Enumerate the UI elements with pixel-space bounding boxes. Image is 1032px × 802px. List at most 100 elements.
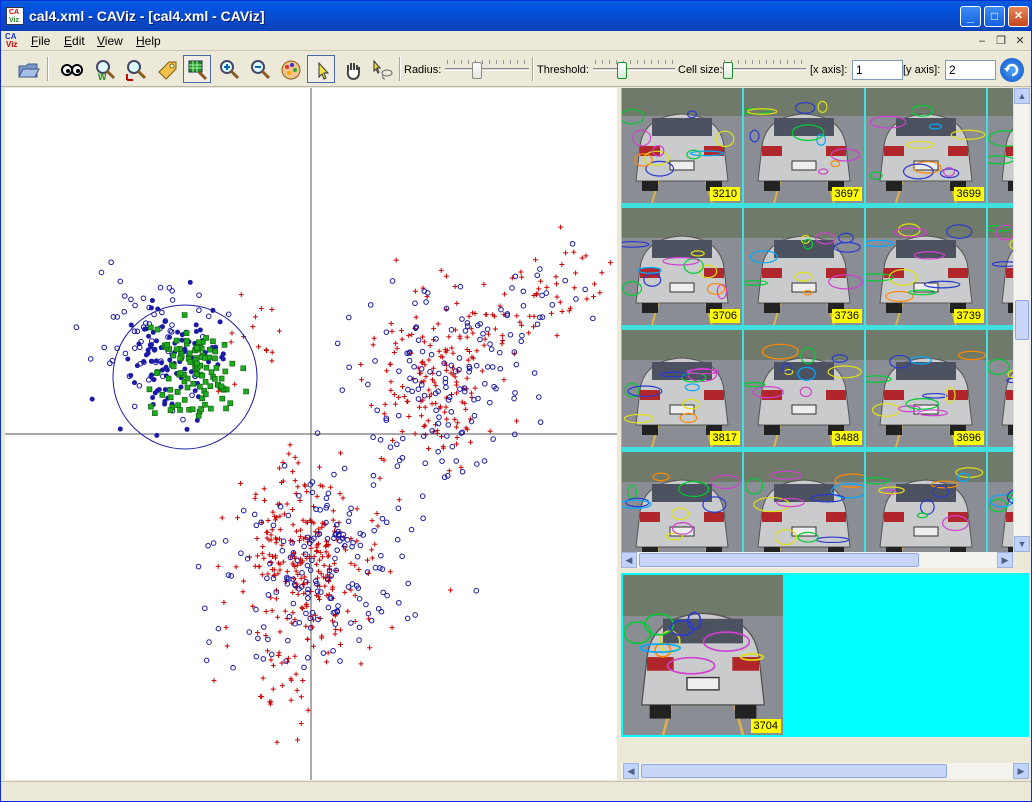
data-point-square — [196, 339, 202, 346]
thumbnail-partial[interactable] — [988, 208, 1013, 325]
data-point-circle — [512, 273, 519, 280]
scroll-up-arrow[interactable]: ▲ — [1014, 88, 1030, 104]
zoom-region-button[interactable] — [121, 55, 149, 83]
thumbnail-3793[interactable]: 3793 — [622, 452, 742, 552]
car-taillight-right — [948, 268, 968, 278]
data-point-cross — [481, 281, 487, 287]
thumbnail-partial[interactable] — [988, 452, 1013, 552]
thumbnail-grid[interactable]: 3210 3697 3699 3706 3736 3739 3817 3488 3696 3793… — [621, 88, 1013, 552]
scatter-plot[interactable] — [5, 88, 617, 780]
preview-thumbnail[interactable]: 3704 — [623, 575, 783, 735]
thumbnail-partial[interactable] — [988, 88, 1013, 203]
data-point-cross — [527, 313, 533, 319]
data-point-square — [173, 337, 180, 344]
background-trees — [622, 452, 742, 482]
scroll-right-arrow[interactable]: ▶ — [997, 552, 1013, 568]
xaxis-input[interactable] — [852, 60, 903, 80]
data-point-circle — [372, 358, 378, 364]
title-bar[interactable]: CA Viz cal4.xml - CAViz - [cal4.xml - CA… — [1, 1, 1031, 31]
scroll-down-arrow[interactable]: ▼ — [1014, 536, 1030, 552]
view-button[interactable] — [57, 55, 85, 83]
hand-button[interactable] — [338, 55, 366, 83]
thumbnail-3706[interactable]: 3706 — [622, 208, 742, 325]
preview-horizontal-scrollbar[interactable]: ◀ ▶ — [621, 763, 1029, 779]
tag-button[interactable] — [152, 55, 180, 83]
data-point-circle — [332, 555, 338, 562]
palette-button[interactable] — [276, 55, 304, 83]
data-point-circle — [384, 592, 390, 599]
data-point-circle — [507, 332, 514, 338]
refresh-button[interactable] — [1000, 58, 1024, 82]
menu-edit[interactable]: Edit — [64, 34, 85, 48]
data-point-circle — [453, 458, 460, 464]
thumbnail-vertical-scrollbar[interactable]: ▲ ▼ — [1013, 88, 1030, 552]
horizontal-scroll-thumb[interactable] — [639, 553, 919, 567]
thumbnail-horizontal-scrollbar[interactable]: ◀ ▶ — [621, 552, 1013, 568]
zoom-window-button[interactable]: W — [90, 55, 118, 83]
cellsize-slider[interactable] — [722, 60, 806, 80]
document-icon[interactable]: CA Viz — [4, 32, 22, 50]
thumbnail-3739[interactable]: 3739 — [866, 208, 986, 325]
scroll-right-arrow[interactable]: ▶ — [1013, 763, 1029, 779]
scatter-plot-canvas[interactable] — [5, 88, 617, 780]
eyes-icon — [61, 64, 83, 76]
mdi-minimize-button[interactable]: – — [974, 34, 990, 48]
data-point-circle — [253, 606, 259, 613]
data-point-cross — [269, 306, 275, 312]
data-point-cross — [287, 442, 293, 448]
thumbnail-3488[interactable]: 3488 — [744, 330, 864, 447]
data-point-cross — [384, 368, 390, 374]
menu-file[interactable]: File — [31, 34, 50, 48]
data-point-cross — [466, 313, 472, 319]
scroll-left-arrow[interactable]: ◀ — [621, 552, 637, 568]
data-point-circle — [354, 553, 361, 560]
radius-slider-thumb[interactable] — [472, 62, 482, 79]
threshold-slider-thumb[interactable] — [617, 62, 627, 79]
thumbnail-3736[interactable]: 3736 — [744, 208, 864, 325]
zoom-in-button[interactable] — [214, 55, 242, 83]
lasso-button[interactable] — [367, 55, 395, 83]
data-point-square — [184, 375, 191, 382]
pan-zoom-button[interactable] — [183, 55, 211, 83]
thumbnail-3696[interactable]: 3696 — [866, 330, 986, 447]
mdi-restore-button[interactable]: ❐ — [993, 34, 1009, 48]
data-point-circle — [128, 296, 134, 303]
thumbnail-3817[interactable]: 3817 — [622, 330, 742, 447]
thumbnail-3210[interactable]: 3210 — [622, 88, 742, 203]
close-button[interactable]: ✕ — [1008, 6, 1029, 27]
data-point-circle — [356, 637, 362, 643]
data-point-square — [173, 346, 180, 353]
data-point-circle — [335, 603, 341, 609]
data-point-circle — [496, 349, 503, 356]
mdi-close-button[interactable]: ✕ — [1012, 34, 1028, 48]
data-point-square — [211, 376, 218, 382]
scroll-left-arrow[interactable]: ◀ — [623, 763, 639, 779]
open-folder-button[interactable] — [13, 55, 41, 83]
data-point-cross — [269, 608, 275, 614]
thumbnail-3703[interactable]: 3703 — [744, 452, 864, 552]
threshold-slider[interactable] — [593, 60, 675, 80]
data-point-cross — [435, 321, 441, 327]
app-icon[interactable]: CA Viz — [6, 7, 24, 25]
zoom-out-button[interactable] — [245, 55, 273, 83]
data-point-cross — [420, 285, 426, 291]
maximize-button[interactable]: □ — [984, 6, 1005, 27]
data-point-square — [212, 348, 219, 355]
thumbnail-3704[interactable]: 3704 — [866, 452, 986, 552]
cellsize-slider-thumb[interactable] — [723, 62, 733, 79]
thumbnail-3699[interactable]: 3699 — [866, 88, 986, 203]
select-button[interactable] — [307, 55, 335, 83]
data-point-dot — [125, 356, 131, 362]
menu-help[interactable]: Help — [136, 34, 161, 48]
radius-slider[interactable] — [445, 60, 529, 80]
yaxis-input[interactable] — [945, 60, 996, 80]
thumbnail-3697[interactable]: 3697 — [744, 88, 864, 203]
horizontal-scroll-thumb[interactable] — [641, 764, 947, 778]
minimize-button[interactable]: _ — [960, 6, 981, 27]
vertical-scroll-thumb[interactable] — [1015, 300, 1029, 340]
menu-view[interactable]: View — [97, 34, 123, 48]
data-point-dot — [154, 338, 160, 344]
data-point-cross — [270, 663, 276, 669]
data-point-cross — [422, 422, 428, 428]
thumbnail-partial[interactable] — [988, 330, 1013, 447]
